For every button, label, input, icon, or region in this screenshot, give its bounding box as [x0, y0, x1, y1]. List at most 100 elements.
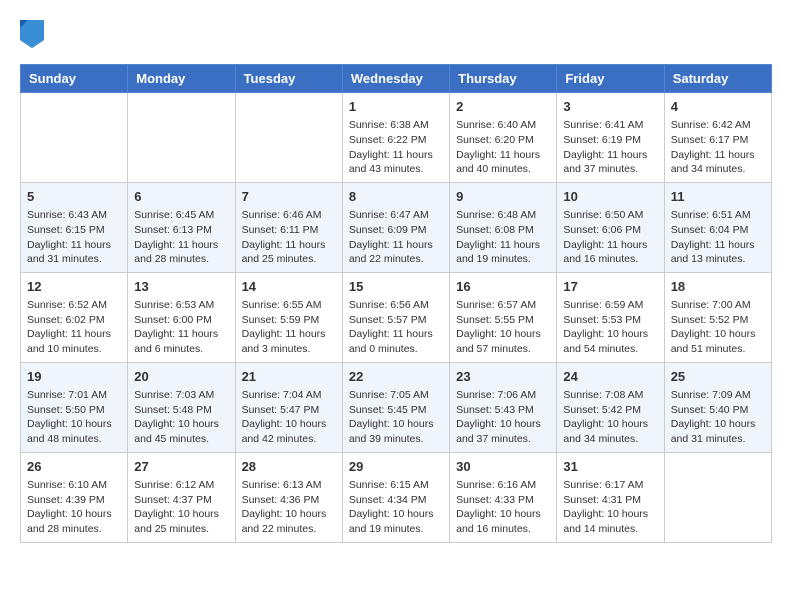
- day-number: 20: [134, 368, 228, 386]
- day-number: 31: [563, 458, 657, 476]
- day-number: 8: [349, 188, 443, 206]
- day-number: 1: [349, 98, 443, 116]
- day-number: 15: [349, 278, 443, 296]
- day-header-friday: Friday: [557, 65, 664, 93]
- header-row: SundayMondayTuesdayWednesdayThursdayFrid…: [21, 65, 772, 93]
- day-info: Sunrise: 6:16 AM Sunset: 4:33 PM Dayligh…: [456, 478, 550, 537]
- calendar-cell: 3Sunrise: 6:41 AM Sunset: 6:19 PM Daylig…: [557, 93, 664, 183]
- day-info: Sunrise: 7:08 AM Sunset: 5:42 PM Dayligh…: [563, 388, 657, 447]
- day-info: Sunrise: 7:06 AM Sunset: 5:43 PM Dayligh…: [456, 388, 550, 447]
- calendar-cell: 8 Sunrise: 6:47 AM Sunset: 6:09 PM Daylig…: [342, 182, 449, 272]
- day-number: 29: [349, 458, 443, 476]
- week-row-3: 12 Sunrise: 6:52 AM Sunset: 6:02 PM Dayli…: [21, 272, 772, 362]
- calendar-cell: 9 Sunrise: 6:48 AM Sunset: 6:08 PM Daylig…: [450, 182, 557, 272]
- calendar-cell: 16 Sunrise: 6:57 AM Sunset: 5:55 PM Dayli…: [450, 272, 557, 362]
- day-info: Sunrise: 6:48 AM Sunset: 6:08 PM Dayligh…: [456, 208, 550, 267]
- day-number: 18: [671, 278, 765, 296]
- calendar-cell: [235, 93, 342, 183]
- day-number: 4: [671, 98, 765, 116]
- calendar-cell: 28 Sunrise: 6:13 AM Sunset: 4:36 PM Dayli…: [235, 452, 342, 542]
- day-number: 6: [134, 188, 228, 206]
- calendar: SundayMondayTuesdayWednesdayThursdayFrid…: [20, 64, 772, 543]
- day-number: 17: [563, 278, 657, 296]
- calendar-cell: 22Sunrise: 7:05 AM Sunset: 5:45 PM Dayli…: [342, 362, 449, 452]
- calendar-cell: 4 Sunrise: 6:42 AM Sunset: 6:17 PM Daylig…: [664, 93, 771, 183]
- day-number: 10: [563, 188, 657, 206]
- calendar-cell: 24Sunrise: 7:08 AM Sunset: 5:42 PM Dayli…: [557, 362, 664, 452]
- day-info: Sunrise: 6:59 AM Sunset: 5:53 PM Dayligh…: [563, 298, 657, 357]
- day-info: Sunrise: 7:03 AM Sunset: 5:48 PM Dayligh…: [134, 388, 228, 447]
- calendar-cell: [664, 452, 771, 542]
- calendar-cell: 25 Sunrise: 7:09 AM Sunset: 5:40 PM Dayli…: [664, 362, 771, 452]
- calendar-cell: 15Sunrise: 6:56 AM Sunset: 5:57 PM Dayli…: [342, 272, 449, 362]
- calendar-cell: 18 Sunrise: 7:00 AM Sunset: 5:52 PM Dayli…: [664, 272, 771, 362]
- day-info: Sunrise: 6:51 AM Sunset: 6:04 PM Dayligh…: [671, 208, 765, 267]
- day-number: 2: [456, 98, 550, 116]
- day-number: 12: [27, 278, 121, 296]
- calendar-cell: 7Sunrise: 6:46 AM Sunset: 6:11 PM Daylig…: [235, 182, 342, 272]
- logo-icon: [20, 20, 44, 48]
- calendar-cell: 19 Sunrise: 7:01 AM Sunset: 5:50 PM Dayli…: [21, 362, 128, 452]
- day-header-thursday: Thursday: [450, 65, 557, 93]
- calendar-cell: 6 Sunrise: 6:45 AM Sunset: 6:13 PM Daylig…: [128, 182, 235, 272]
- calendar-cell: 21Sunrise: 7:04 AM Sunset: 5:47 PM Dayli…: [235, 362, 342, 452]
- week-row-4: 19 Sunrise: 7:01 AM Sunset: 5:50 PM Dayli…: [21, 362, 772, 452]
- day-number: 30: [456, 458, 550, 476]
- day-info: Sunrise: 6:57 AM Sunset: 5:55 PM Dayligh…: [456, 298, 550, 357]
- calendar-cell: 5 Sunrise: 6:43 AM Sunset: 6:15 PM Daylig…: [21, 182, 128, 272]
- calendar-cell: 13 Sunrise: 6:53 AM Sunset: 6:00 PM Dayli…: [128, 272, 235, 362]
- day-info: Sunrise: 6:43 AM Sunset: 6:15 PM Dayligh…: [27, 208, 121, 267]
- day-number: 14: [242, 278, 336, 296]
- calendar-cell: 20 Sunrise: 7:03 AM Sunset: 5:48 PM Dayli…: [128, 362, 235, 452]
- calendar-cell: [128, 93, 235, 183]
- day-info: Sunrise: 6:15 AM Sunset: 4:34 PM Dayligh…: [349, 478, 443, 537]
- calendar-cell: 12 Sunrise: 6:52 AM Sunset: 6:02 PM Dayli…: [21, 272, 128, 362]
- day-info: Sunrise: 7:09 AM Sunset: 5:40 PM Dayligh…: [671, 388, 765, 447]
- day-number: 5: [27, 188, 121, 206]
- calendar-cell: 10 Sunrise: 6:50 AM Sunset: 6:06 PM Dayli…: [557, 182, 664, 272]
- calendar-cell: 2 Sunrise: 6:40 AM Sunset: 6:20 PM Daylig…: [450, 93, 557, 183]
- calendar-cell: 11 Sunrise: 6:51 AM Sunset: 6:04 PM Dayli…: [664, 182, 771, 272]
- day-number: 28: [242, 458, 336, 476]
- day-number: 16: [456, 278, 550, 296]
- calendar-cell: 14 Sunrise: 6:55 AM Sunset: 5:59 PM Dayli…: [235, 272, 342, 362]
- calendar-cell: 31 Sunrise: 6:17 AM Sunset: 4:31 PM Dayli…: [557, 452, 664, 542]
- day-info: Sunrise: 6:53 AM Sunset: 6:00 PM Dayligh…: [134, 298, 228, 357]
- day-info: Sunrise: 7:01 AM Sunset: 5:50 PM Dayligh…: [27, 388, 121, 447]
- calendar-cell: [21, 93, 128, 183]
- day-header-monday: Monday: [128, 65, 235, 93]
- day-number: 9: [456, 188, 550, 206]
- day-info: Sunrise: 7:00 AM Sunset: 5:52 PM Dayligh…: [671, 298, 765, 357]
- week-row-1: 1 Sunrise: 6:38 AM Sunset: 6:22 PM Daylig…: [21, 93, 772, 183]
- day-info: Sunrise: 6:38 AM Sunset: 6:22 PM Dayligh…: [349, 118, 443, 177]
- page: SundayMondayTuesdayWednesdayThursdayFrid…: [0, 0, 792, 563]
- day-info: Sunrise: 6:13 AM Sunset: 4:36 PM Dayligh…: [242, 478, 336, 537]
- day-header-wednesday: Wednesday: [342, 65, 449, 93]
- day-info: Sunrise: 6:55 AM Sunset: 5:59 PM Dayligh…: [242, 298, 336, 357]
- day-number: 3: [563, 98, 657, 116]
- calendar-cell: 1 Sunrise: 6:38 AM Sunset: 6:22 PM Daylig…: [342, 93, 449, 183]
- day-info: Sunrise: 7:05 AM Sunset: 5:45 PM Dayligh…: [349, 388, 443, 447]
- week-row-2: 5 Sunrise: 6:43 AM Sunset: 6:15 PM Daylig…: [21, 182, 772, 272]
- day-info: Sunrise: 6:52 AM Sunset: 6:02 PM Dayligh…: [27, 298, 121, 357]
- day-info: Sunrise: 6:40 AM Sunset: 6:20 PM Dayligh…: [456, 118, 550, 177]
- calendar-cell: 23Sunrise: 7:06 AM Sunset: 5:43 PM Dayli…: [450, 362, 557, 452]
- calendar-cell: 29 Sunrise: 6:15 AM Sunset: 4:34 PM Dayli…: [342, 452, 449, 542]
- day-number: 27: [134, 458, 228, 476]
- day-info: Sunrise: 6:45 AM Sunset: 6:13 PM Dayligh…: [134, 208, 228, 267]
- day-header-sunday: Sunday: [21, 65, 128, 93]
- day-info: Sunrise: 6:46 AM Sunset: 6:11 PM Dayligh…: [242, 208, 336, 267]
- day-info: Sunrise: 6:42 AM Sunset: 6:17 PM Dayligh…: [671, 118, 765, 177]
- day-info: Sunrise: 6:50 AM Sunset: 6:06 PM Dayligh…: [563, 208, 657, 267]
- day-info: Sunrise: 6:10 AM Sunset: 4:39 PM Dayligh…: [27, 478, 121, 537]
- logo: [20, 20, 48, 48]
- day-info: Sunrise: 6:17 AM Sunset: 4:31 PM Dayligh…: [563, 478, 657, 537]
- day-number: 25: [671, 368, 765, 386]
- day-info: Sunrise: 6:47 AM Sunset: 6:09 PM Dayligh…: [349, 208, 443, 267]
- day-number: 11: [671, 188, 765, 206]
- calendar-cell: 26Sunrise: 6:10 AM Sunset: 4:39 PM Dayli…: [21, 452, 128, 542]
- day-number: 19: [27, 368, 121, 386]
- day-info: Sunrise: 6:12 AM Sunset: 4:37 PM Dayligh…: [134, 478, 228, 537]
- day-number: 13: [134, 278, 228, 296]
- header: [20, 20, 772, 48]
